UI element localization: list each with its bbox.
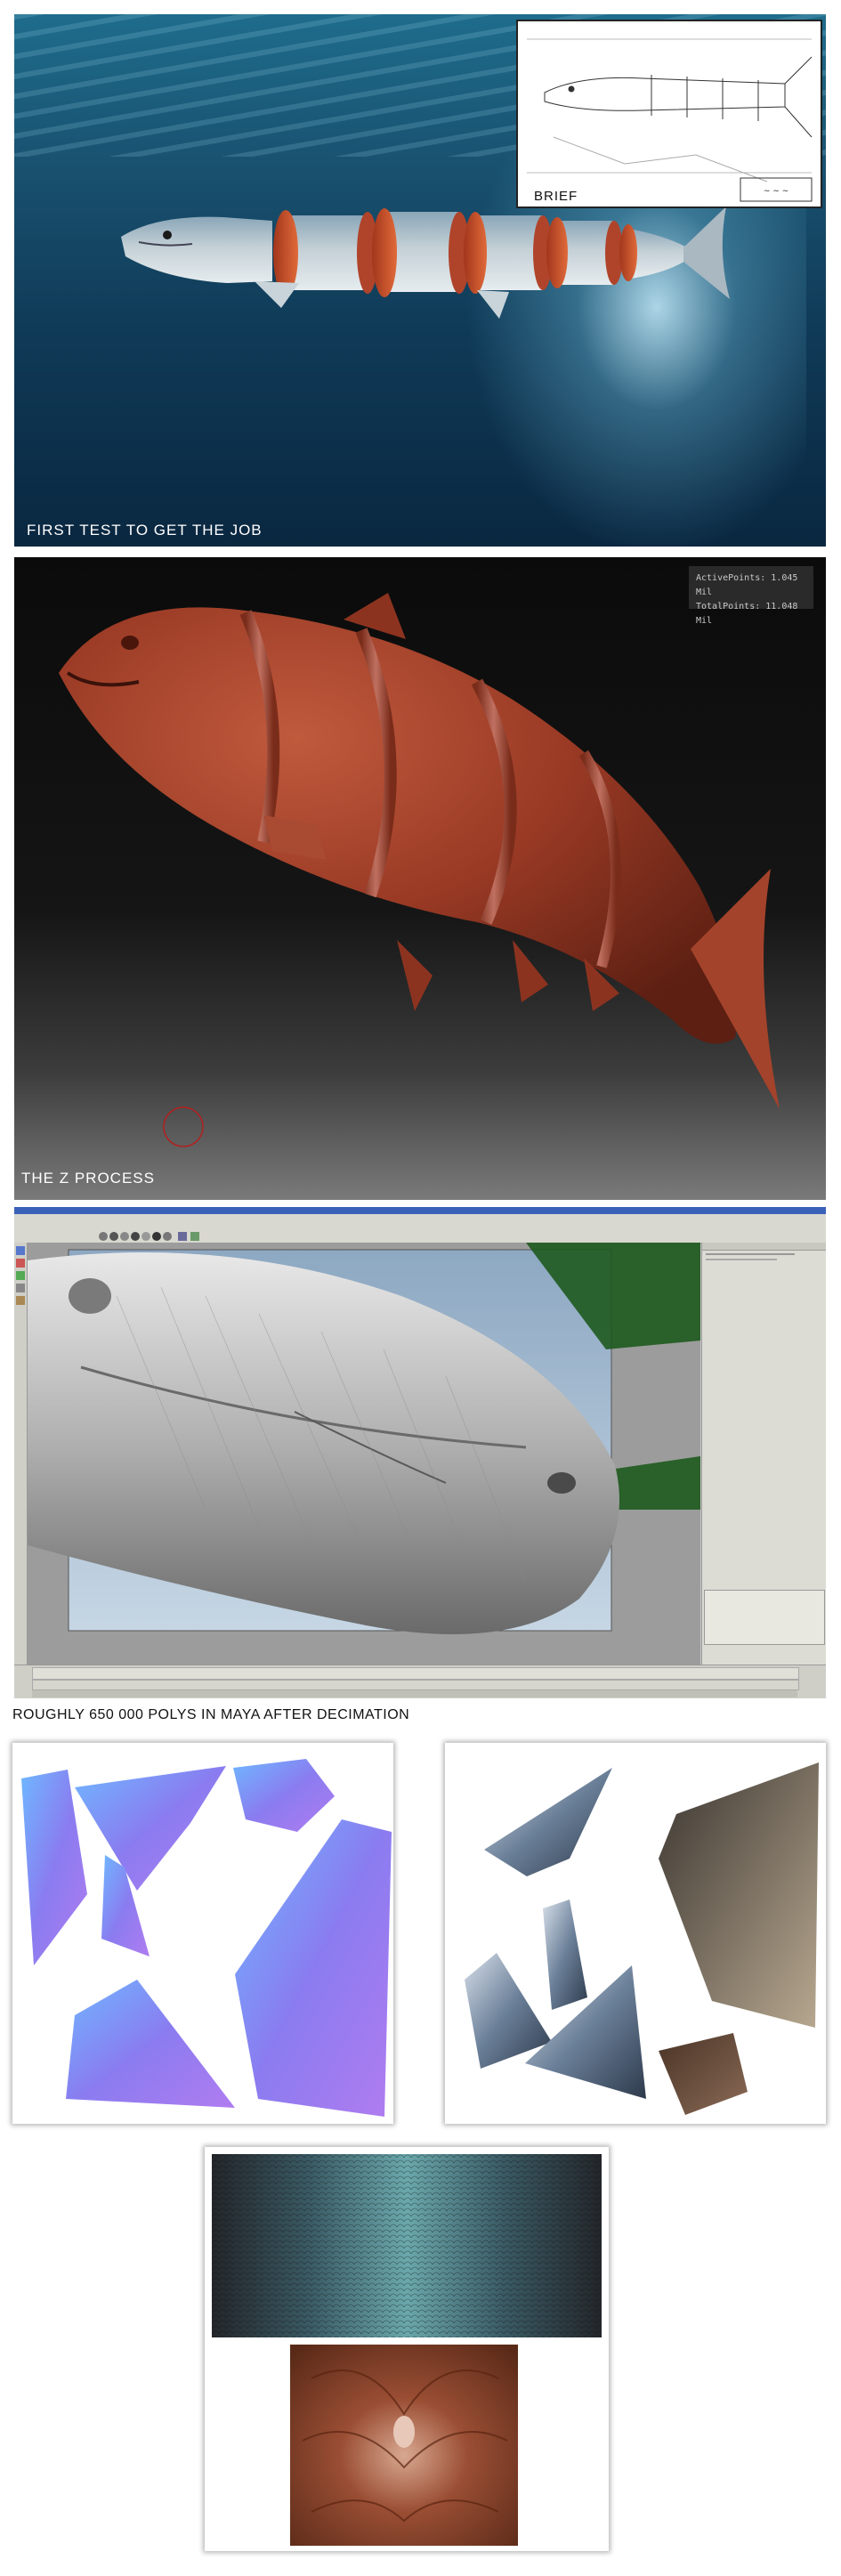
color-fins: [465, 1762, 819, 2115]
maya-toolbox[interactable]: [14, 1243, 28, 1665]
normal-map-fins: [21, 1759, 392, 2117]
fin-texture-sheet: [445, 1743, 826, 2124]
maya-screenshot: [14, 1207, 826, 1698]
channel-box-line: [706, 1259, 777, 1260]
maya-shelf-icons[interactable]: [14, 1230, 281, 1243]
first-test-render: ~ ~ ~ BRIEF FIRST TEST TO GET THE JOB: [14, 14, 826, 547]
command-line[interactable]: [32, 1690, 797, 1697]
channel-box-line: [706, 1253, 795, 1255]
maya-title-bar: [14, 1207, 826, 1214]
maya-caption: ROUGHLY 650 000 POLYS IN MAYA AFTER DECI…: [12, 1707, 410, 1722]
maya-shelf[interactable]: [14, 1230, 826, 1243]
brief-label: BRIEF: [534, 189, 578, 204]
z-process-caption: THE Z PROCESS: [21, 1170, 155, 1187]
maya-channel-box[interactable]: [701, 1243, 826, 1665]
layer-editor[interactable]: [704, 1590, 825, 1645]
brief-sketch-drawing: ~ ~ ~: [527, 38, 813, 202]
maya-tool-icons[interactable]: [14, 1243, 27, 1421]
range-slider[interactable]: [32, 1680, 799, 1690]
skin-meat-texture-sheet: [205, 2147, 609, 2551]
maya-time-slider[interactable]: [14, 1665, 826, 1698]
skin-meat-textures: [212, 2154, 602, 2546]
maya-viewport-scene: [28, 1243, 700, 1665]
channel-box-tabs[interactable]: [702, 1243, 826, 1251]
clay-salmon-sculpt: [59, 593, 780, 1147]
normal-map-sheet: [12, 1743, 393, 2124]
time-slider-track[interactable]: [32, 1667, 799, 1680]
maya-viewport[interactable]: [28, 1243, 700, 1665]
first-test-caption: FIRST TEST TO GET THE JOB: [27, 522, 263, 539]
zbrush-sculpt-render: ActivePoints: 1.045 Mil TotalPoints: 11.…: [14, 557, 826, 1200]
brief-sketch: ~ ~ ~: [516, 20, 822, 208]
svg-text:~ ~ ~: ~ ~ ~: [764, 187, 788, 196]
